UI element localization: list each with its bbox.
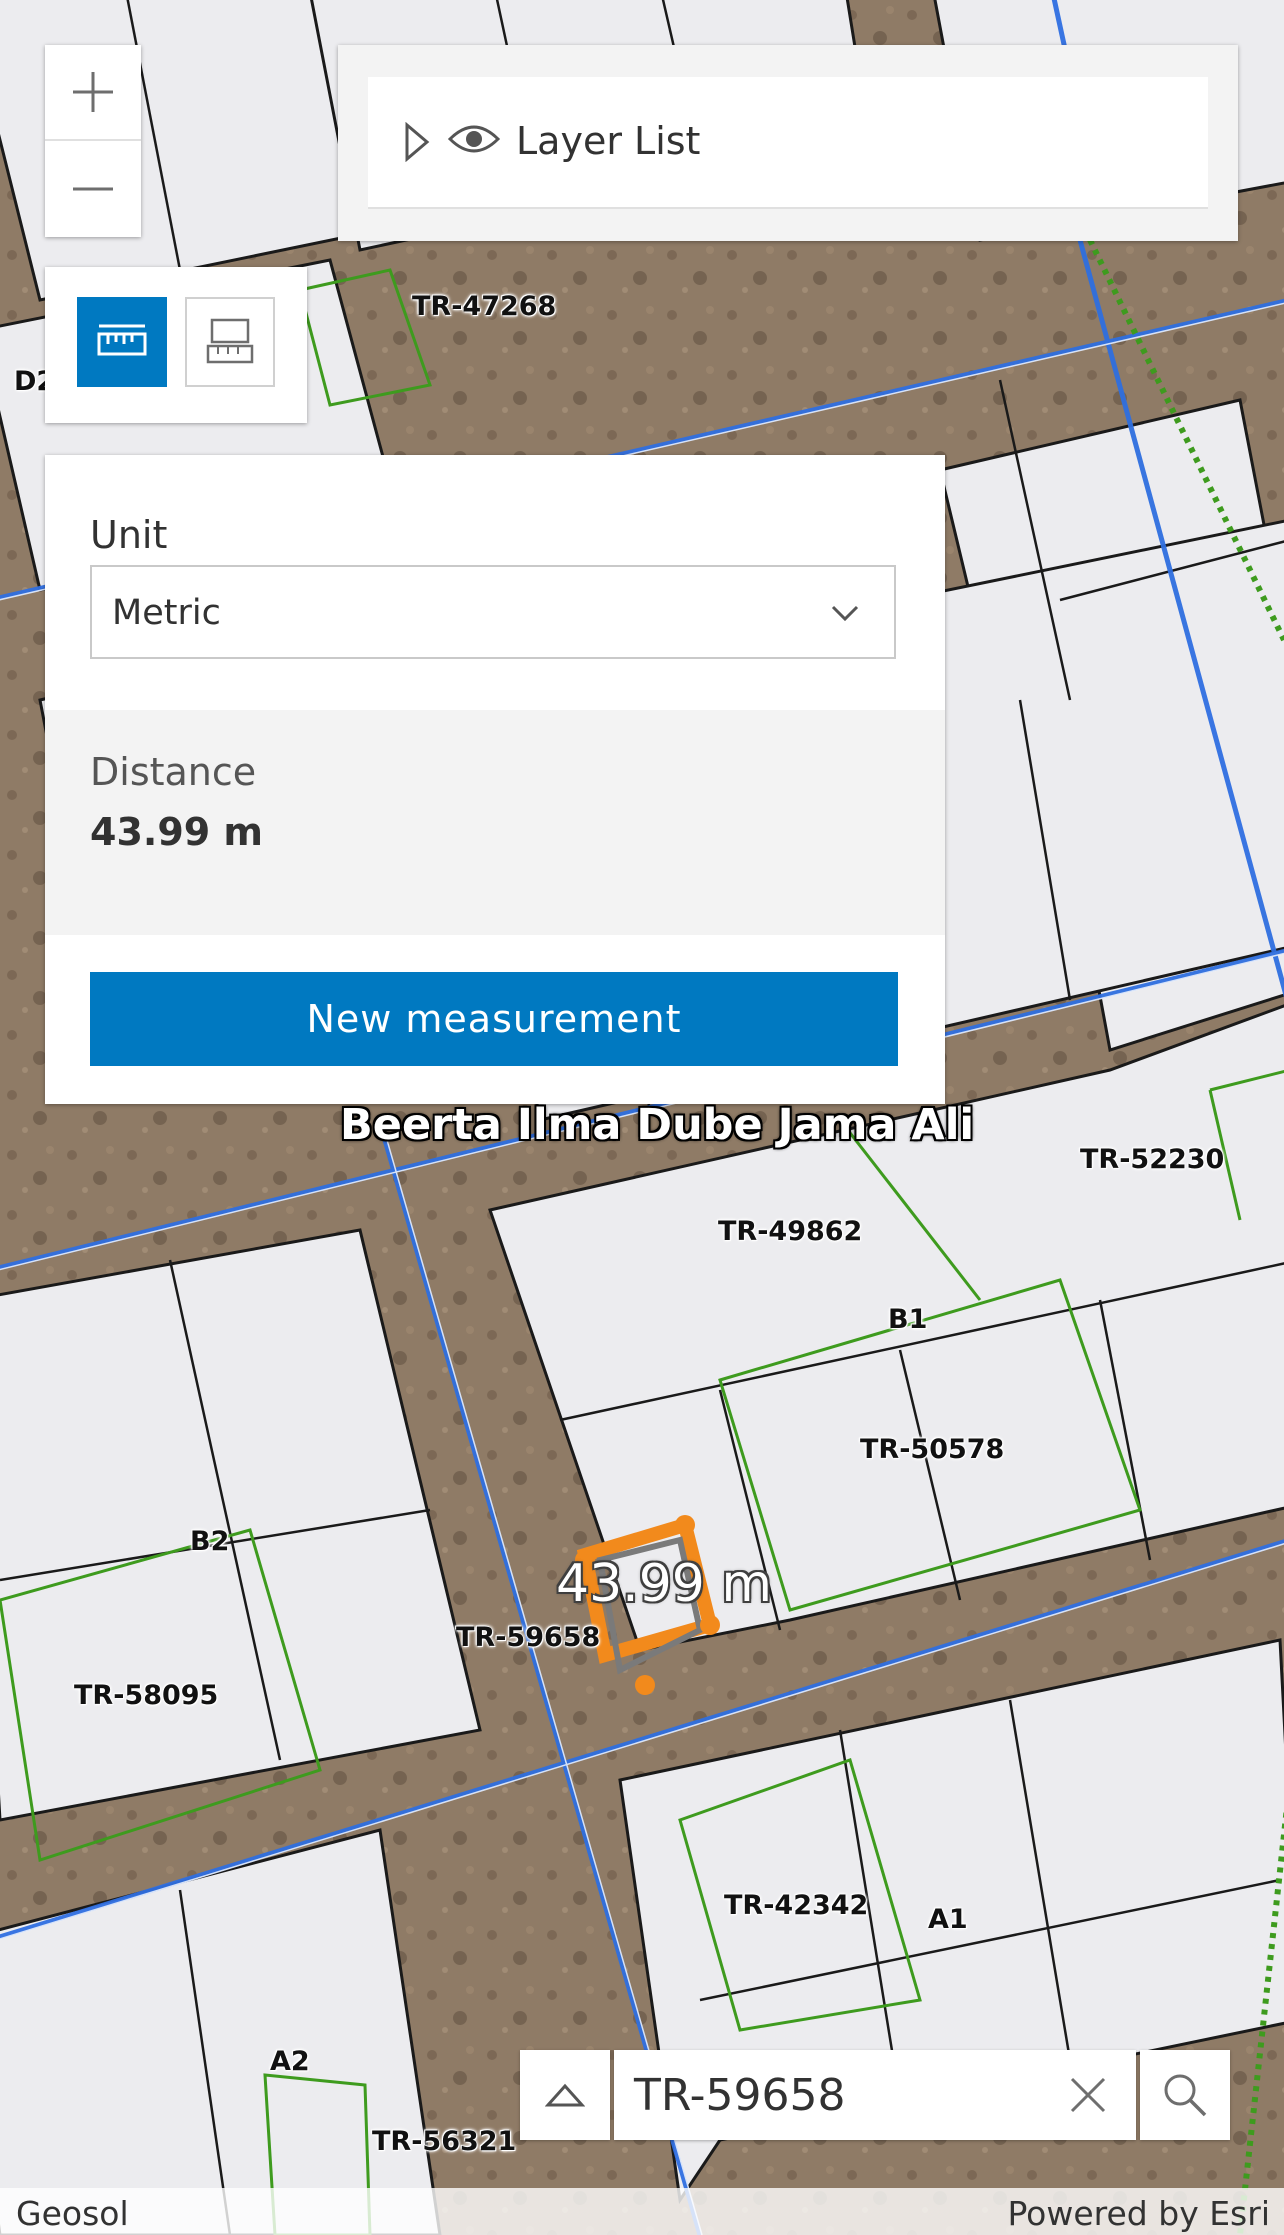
place-label: Beerta Ilma Dube Jama Ali [340, 1100, 975, 1150]
parcel-label: TR-52230 [1080, 1144, 1225, 1175]
parcel-label: B2 [190, 1526, 230, 1557]
layer-list-header[interactable]: Layer List [368, 77, 1208, 209]
close-icon[interactable] [1069, 2076, 1107, 2114]
minus-icon [73, 187, 113, 191]
parcel-label: TR-58095 [74, 1680, 219, 1711]
measure-tools [45, 267, 307, 423]
triangle-right-icon[interactable] [404, 122, 430, 162]
chevron-down-icon [831, 605, 859, 622]
eye-icon[interactable] [448, 121, 500, 157]
search-widget: TR-59658 [520, 2050, 1230, 2140]
zoom-controls [45, 45, 141, 237]
parcel-label: TR-49862 [718, 1216, 863, 1247]
attribution-source: Geosol [16, 2194, 129, 2233]
triangle-up-icon [545, 2083, 585, 2107]
unit-select-value: Metric [112, 593, 221, 633]
search-button[interactable] [1140, 2050, 1230, 2140]
distance-measure-button[interactable] [77, 297, 167, 387]
zoom-out-button[interactable] [45, 141, 141, 237]
layer-list-panel: Layer List [338, 45, 1238, 241]
attribution-bar: Geosol Powered by Esri [0, 2188, 1284, 2235]
measurement-label: 43.99 m [556, 1554, 773, 1614]
new-measurement-button[interactable]: New measurement [90, 972, 898, 1066]
unit-label: Unit [90, 513, 168, 557]
parcel-label: TR-47268 [412, 291, 557, 322]
area-measure-icon [206, 318, 254, 364]
parcel-label: A2 [270, 2046, 310, 2077]
area-measure-button[interactable] [185, 297, 275, 387]
search-input[interactable]: TR-59658 [634, 2070, 846, 2121]
measurement-panel: Unit Metric Distance 43.99 m New measure… [45, 455, 945, 1104]
ruler-icon [97, 324, 147, 356]
search-expand-button[interactable] [520, 2050, 610, 2140]
parcel-label: B1 [888, 1304, 928, 1335]
search-icon [1164, 2074, 1207, 2117]
unit-select[interactable]: Metric [90, 565, 896, 659]
parcel-label: TR-56321 [372, 2126, 517, 2157]
plus-icon [73, 72, 113, 112]
zoom-in-button[interactable] [45, 45, 141, 141]
attribution-powered-by[interactable]: Powered by Esri [1007, 2194, 1270, 2233]
search-input-container[interactable]: TR-59658 [614, 2050, 1136, 2140]
parcel-label: TR-59658 [456, 1622, 601, 1653]
parcel-label: A1 [928, 1904, 968, 1935]
layer-list-title: Layer List [516, 119, 701, 163]
distance-label: Distance [90, 750, 257, 794]
measurement-results: Distance 43.99 m [45, 710, 945, 935]
parcel-label: TR-42342 [724, 1890, 869, 1921]
distance-value: 43.99 m [90, 810, 264, 854]
parcel-label: TR-50578 [860, 1434, 1005, 1465]
